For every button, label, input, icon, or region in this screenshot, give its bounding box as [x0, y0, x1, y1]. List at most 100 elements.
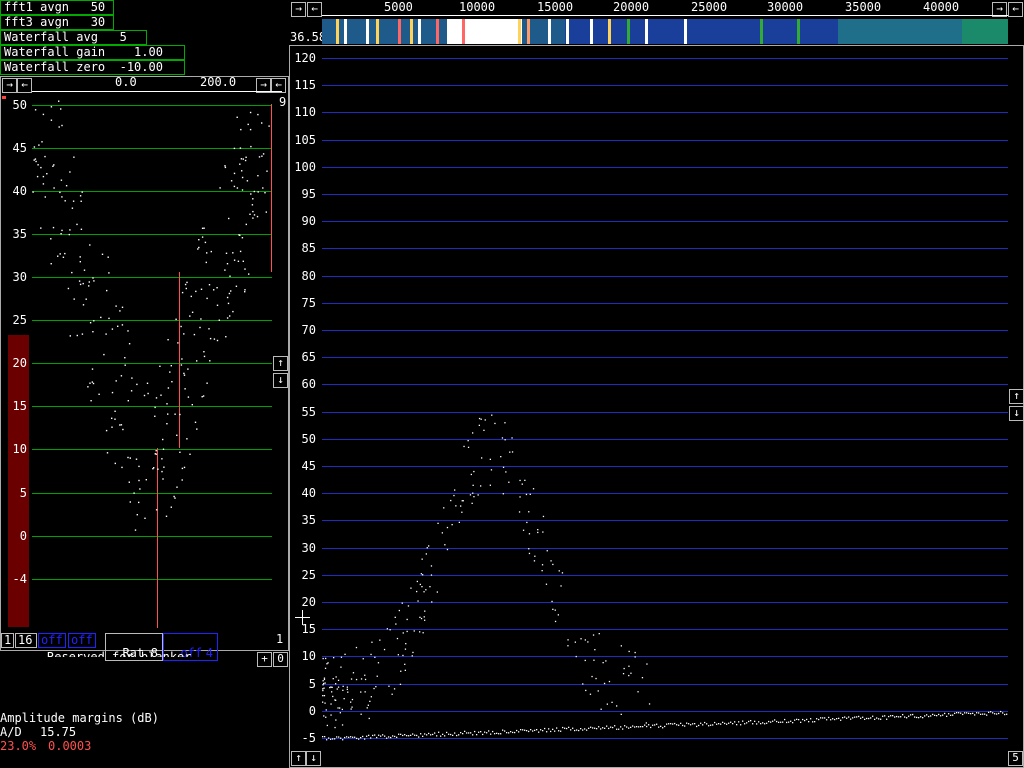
spectrum-point [323, 677, 326, 679]
spectrum-point [738, 721, 740, 723]
spectrum-point [794, 719, 796, 721]
spectrum-point [572, 727, 574, 729]
spectrum-point [964, 712, 966, 714]
spectrum-point [660, 725, 662, 727]
spectrum-point [404, 663, 406, 665]
spectrum-point [496, 732, 498, 734]
spectrum-point [408, 735, 410, 737]
spectrum-point [560, 730, 562, 732]
arrow-down-icon[interactable]: ↓ [1009, 406, 1024, 421]
spectrum-point [740, 724, 742, 726]
spectrum-point [373, 687, 375, 690]
spectrum-point [506, 732, 508, 734]
arrow-down-icon[interactable]: ↓ [306, 751, 321, 766]
spectrum-point [470, 732, 472, 734]
spectrum-point [576, 729, 578, 731]
spectrum-point [1002, 712, 1004, 714]
spectrum-point [339, 707, 341, 709]
spectrum-point [816, 718, 818, 720]
spectrum-point [354, 736, 356, 738]
spectrum-point [641, 677, 644, 679]
spectrum-point [366, 707, 368, 709]
spectrum-point [526, 730, 528, 732]
spectrum-point [980, 713, 982, 715]
spectrum-point [634, 656, 636, 658]
spectrum-point [776, 720, 778, 723]
spectrum-point [537, 531, 539, 534]
spectrum-point [597, 690, 599, 692]
spectrum-point [416, 590, 418, 593]
spectrum-point [534, 555, 536, 557]
spectrum-point [648, 703, 651, 705]
spectrum-point [550, 730, 552, 733]
spectrum-point [525, 493, 528, 496]
spectrum-point [467, 446, 470, 448]
spectrum-point [588, 727, 590, 729]
spectrum-point [428, 545, 430, 547]
spectrum-point [384, 735, 386, 737]
spectrum-point [620, 645, 622, 647]
spectrum-point [410, 587, 412, 589]
spectrum-point [340, 737, 342, 739]
spectrum-point [504, 422, 506, 424]
spectrum-point [340, 666, 342, 668]
arrow-up-icon[interactable]: ↑ [291, 751, 306, 766]
spectrum-point [610, 726, 612, 728]
spectrum-point [406, 735, 408, 737]
spectrum-point [426, 547, 428, 549]
spectrum-point [446, 526, 449, 529]
spectrum-point [460, 505, 462, 507]
spectrum-point [790, 720, 792, 722]
spectrum-point [426, 734, 428, 736]
spectrum-point [375, 686, 377, 688]
spectrum-point [826, 719, 828, 721]
spectrum-point [1006, 713, 1008, 715]
spectrum-point [972, 712, 974, 714]
spectrum-point [322, 680, 324, 682]
spectrum-point [958, 712, 960, 714]
spectrum-point [592, 727, 594, 729]
spectrum-point [489, 484, 491, 486]
spectrum-scatter [322, 414, 1008, 741]
spectrum-point [334, 738, 336, 740]
spectrum-point [608, 680, 611, 683]
spectrum-point [764, 723, 766, 725]
spectrum-point [908, 715, 910, 717]
spectrum-point [620, 713, 622, 715]
spectrum-point [348, 736, 350, 738]
spectrum-point [472, 492, 474, 494]
spectrum-point [477, 494, 479, 496]
spectrum-point [822, 717, 824, 719]
spectrum-point [421, 558, 423, 560]
spectrum-point [367, 704, 369, 706]
spectrum-point [472, 484, 474, 486]
spectrum-point [812, 721, 814, 723]
spectrum-point [396, 637, 399, 640]
spectrum-point [592, 634, 595, 636]
spectrum-point [423, 591, 425, 593]
spectrum-point [422, 574, 424, 576]
spectrum-point [754, 720, 756, 722]
spectrum-point [440, 735, 442, 737]
spectrum-point [406, 618, 408, 621]
spectrum-point [952, 714, 954, 716]
spectrum-point [594, 649, 596, 651]
spectrum-point [560, 585, 562, 587]
spectrum-point [472, 432, 474, 434]
spectrum-point [894, 716, 896, 718]
spectrum-point [996, 713, 998, 715]
spectrum-point [490, 469, 493, 471]
spectrum-point [584, 639, 586, 641]
arrow-up-icon[interactable]: ↑ [1009, 389, 1024, 404]
spectrum-point [824, 717, 826, 719]
spectrum-point [804, 719, 806, 722]
spectrum-point [594, 727, 596, 729]
spectrum-point [360, 737, 362, 739]
spectrum-point [994, 713, 996, 715]
spectrum-point [486, 732, 488, 734]
spectrum-point [362, 658, 364, 660]
spectrum-point [413, 630, 415, 632]
spectrum-point [481, 457, 483, 459]
spectrum-point [528, 548, 530, 550]
spectrum-point [934, 714, 936, 716]
